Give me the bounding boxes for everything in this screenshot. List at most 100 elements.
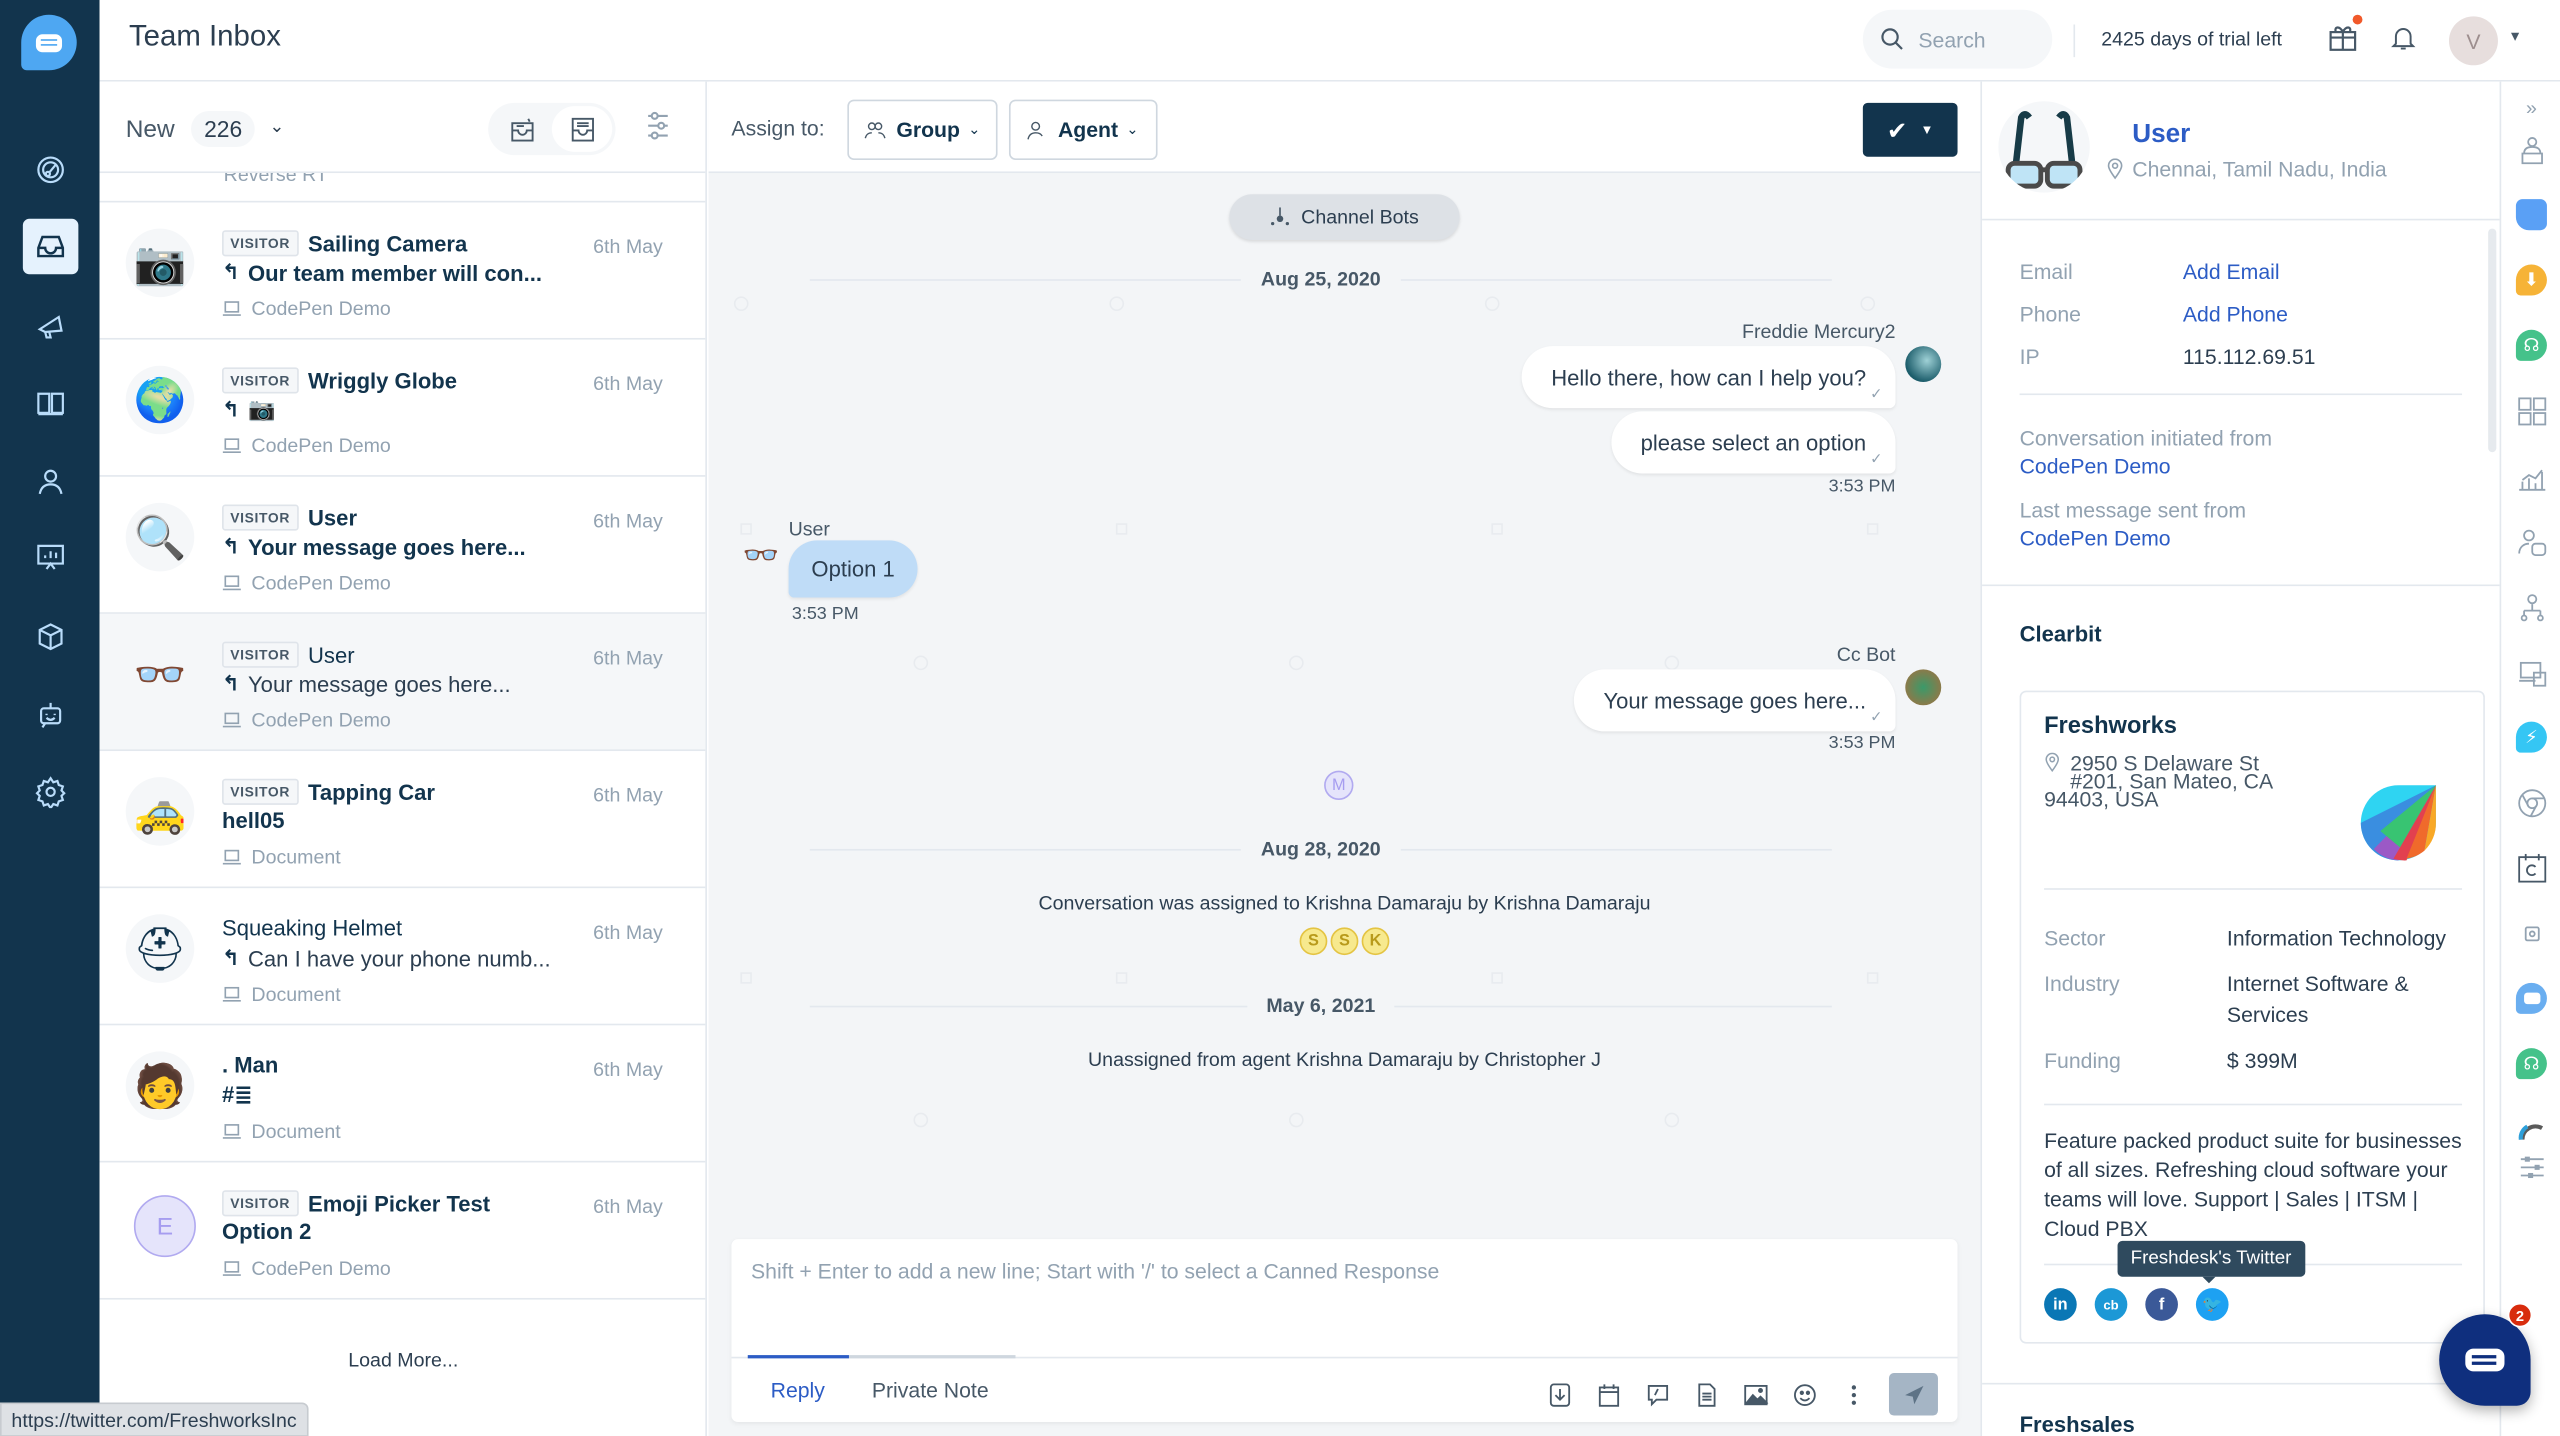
megaphone-icon[interactable] — [23, 299, 79, 355]
conversation-date: 6th May — [593, 509, 663, 533]
contact-icon[interactable] — [23, 454, 79, 510]
last-message: Your message goes here... — [248, 671, 511, 697]
conversation-list-item[interactable]: 🧑 . Man 6th May #≣ Document — [99, 1025, 706, 1163]
calendar-icon[interactable] — [1595, 1381, 1621, 1407]
more-options-icon[interactable] — [1840, 1381, 1866, 1407]
filter-label[interactable]: New — [126, 116, 175, 144]
send-button[interactable] — [1888, 1373, 1938, 1416]
solution-article-icon[interactable] — [1693, 1381, 1719, 1407]
headset-app-icon[interactable]: ☊ — [2515, 329, 2547, 361]
check-icon: ✔ — [1886, 116, 1908, 145]
canned-response-icon[interactable] — [1644, 1381, 1670, 1407]
phone-label: Phone — [2019, 302, 2081, 327]
freshdesk-app-icon[interactable] — [2515, 199, 2547, 231]
view-toggle[interactable] — [488, 102, 616, 156]
freshchat-logo-icon[interactable] — [21, 14, 77, 71]
conversation-list-item[interactable]: 🔍 VISITOR User 6th May ↰ Your message goes he… — [99, 477, 706, 614]
chat-widget-button[interactable] — [2439, 1314, 2531, 1406]
status-bar-url: https://twitter.com/FreshworksInc — [0, 1402, 309, 1436]
seen-avatar: S — [1330, 927, 1359, 956]
channel-bots-pill[interactable]: Channel Bots — [1229, 194, 1460, 240]
gift-icon[interactable] — [2327, 14, 2363, 54]
conversation-list-item[interactable]: 📷 VISITOR Sailing Camera 6th May ↰ Our team m… — [99, 202, 706, 340]
crunchbase-icon[interactable]: cb — [2094, 1288, 2128, 1321]
add-email-link[interactable]: Add Email — [2183, 260, 2280, 284]
conversation-list-item[interactable]: 🚕 VISITOR Tapping Car 6th May hell05 Document — [99, 751, 706, 889]
analytics-app-icon[interactable] — [2516, 460, 2547, 491]
conversation-date: 6th May — [593, 783, 663, 807]
freshsales-title[interactable]: Freshsales — [2020, 1412, 2135, 1436]
org-chart-app-icon[interactable] — [2516, 591, 2547, 622]
trial-days-text[interactable]: 2425 days of trial left — [2101, 28, 2282, 51]
conversation-list-item[interactable]: 🌍 VISITOR Wriggly Globe 6th May ↰ 📷 CodePen De… — [99, 340, 706, 477]
freshchat-app-icon[interactable] — [2515, 982, 2547, 1014]
contact-name: Tapping Car — [308, 779, 435, 805]
support-app-icon[interactable]: ☊ — [2515, 1048, 2547, 1080]
reply-arrow-icon: ↰ — [222, 396, 240, 422]
twitter-icon[interactable]: 🐦 — [2195, 1288, 2229, 1321]
expand-icon[interactable]: » — [2516, 91, 2547, 122]
search-box[interactable]: Search — [1862, 9, 2053, 69]
clearbit-title[interactable]: Clearbit — [2020, 622, 2102, 646]
contact-scrollbar[interactable] — [2488, 228, 2497, 453]
agent-desk-icon[interactable] — [2516, 134, 2547, 165]
conversation-items: 📷 VISITOR Sailing Camera 6th May ↰ Our team m… — [99, 202, 706, 1300]
contact-avatar: 🌍 — [125, 365, 195, 435]
bell-icon[interactable] — [2389, 23, 2418, 56]
list-item-partial[interactable]: Reverse RT — [99, 173, 706, 203]
book-icon[interactable] — [23, 376, 79, 432]
inbox-icon[interactable] — [22, 218, 79, 275]
reports-icon[interactable] — [23, 529, 79, 585]
reply-composer: Reply Private Note — [731, 1239, 1958, 1423]
download-icon[interactable] — [1546, 1381, 1572, 1407]
contact-app-icon[interactable] — [2516, 526, 2547, 557]
apps-icon[interactable] — [23, 609, 79, 665]
conversation-list-item[interactable]: E VISITOR Emoji Picker Test 6th May Option 2… — [99, 1162, 706, 1300]
device-app-icon[interactable] — [2516, 656, 2547, 687]
dashboard-icon[interactable] — [23, 142, 79, 198]
chevron-down-icon[interactable]: ▾ — [2511, 28, 2519, 46]
linkedin-icon[interactable]: in — [2044, 1288, 2077, 1321]
message-bubble: please select an option ✓ — [1611, 411, 1896, 474]
inbox-starred-icon[interactable] — [491, 106, 551, 152]
user-avatar[interactable]: V — [2448, 16, 2498, 66]
notification-dot — [2352, 14, 2363, 25]
contact-details-pane: User Chennai, Tamil Nadu, India Email Ad… — [1980, 81, 2500, 1436]
resolve-button[interactable]: ✔ ▼ — [1862, 102, 1958, 157]
contact-name[interactable]: User — [2132, 121, 2190, 150]
caret-down-icon[interactable]: ▼ — [1921, 122, 1934, 137]
composer-toolbar — [1546, 1373, 1938, 1416]
facebook-icon[interactable]: f — [2145, 1288, 2178, 1321]
sliders-icon[interactable] — [645, 111, 671, 140]
group-dropdown[interactable]: Group ⌄ — [847, 99, 998, 160]
bot-icon[interactable] — [23, 687, 79, 743]
integration-app-icon[interactable] — [2516, 395, 2547, 426]
conversation-list-item[interactable]: ⛑ Squeaking Helmet 6th May ↰ Can I have your… — [99, 888, 706, 1026]
contact-name: Squeaking Helmet — [222, 915, 403, 941]
emoji-icon[interactable] — [1791, 1381, 1817, 1407]
arc-app-icon[interactable] — [2516, 1113, 2547, 1144]
reply-input[interactable] — [747, 1255, 1924, 1338]
settings-icon[interactable] — [23, 764, 79, 820]
freshsales-app-icon[interactable]: ⚡ — [2515, 721, 2547, 753]
inbox-tray-icon[interactable] — [551, 106, 613, 152]
app-settings-icon[interactable] — [2516, 1151, 2547, 1182]
calendar-app-icon[interactable] — [2516, 852, 2547, 883]
agent-dropdown[interactable]: Agent ⌄ — [1008, 99, 1158, 160]
chrome-app-icon[interactable] — [2516, 787, 2547, 818]
company-description: Feature packed product suite for busines… — [2044, 1128, 2462, 1241]
conversation-date: 6th May — [593, 646, 663, 670]
conversation-header: Assign to: Group ⌄ Agent ⌄ ✔ ▼ — [708, 81, 1981, 174]
email-app-icon[interactable] — [2516, 918, 2547, 949]
tab-private-note[interactable]: Private Note — [872, 1378, 989, 1402]
load-more-button[interactable]: Load More... — [100, 1349, 707, 1372]
conversation-list-item[interactable]: 👓 VISITOR User 6th May ↰ Your message goes he… — [99, 613, 706, 752]
initiated-source-link[interactable]: CodePen Demo — [2020, 454, 2171, 478]
image-icon[interactable] — [1742, 1381, 1768, 1407]
list-header: New 226 ⌄ — [99, 82, 706, 174]
tab-reply[interactable]: Reply — [771, 1378, 825, 1402]
freshcaller-app-icon[interactable]: ⬇ — [2515, 264, 2547, 296]
chevron-down-icon[interactable]: ⌄ — [269, 116, 284, 138]
add-phone-link[interactable]: Add Phone — [2183, 302, 2288, 326]
last-message-source-link[interactable]: CodePen Demo — [2020, 526, 2171, 550]
